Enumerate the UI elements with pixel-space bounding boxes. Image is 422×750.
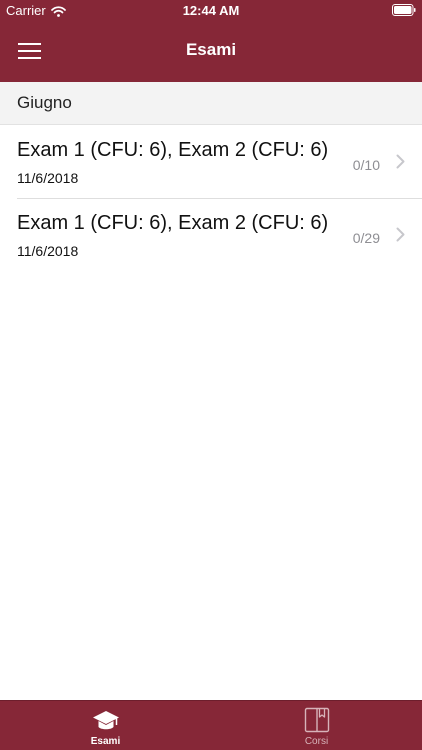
menu-button[interactable] (12, 34, 46, 68)
tab-label: Corsi (304, 736, 329, 747)
exam-date: 11/6/2018 (17, 243, 79, 259)
exam-title: Exam 1 (CFU: 6), Exam 2 (CFU: 6) (17, 139, 329, 161)
chevron-right-icon (396, 154, 405, 169)
navigation-bar: Esami (0, 22, 422, 82)
exam-list: Exam 1 (CFU: 6), Exam 2 (CFU: 6) 11/6/20… (0, 125, 422, 271)
status-time: 12:44 AM (182, 3, 240, 18)
hamburger-menu-icon (17, 43, 41, 59)
exam-count: 0/10 (352, 157, 380, 173)
top-bar: Carrier 12:44 AM Esami (0, 0, 422, 82)
page-title: Esami (185, 40, 237, 59)
exam-row[interactable]: Exam 1 (CFU: 6), Exam 2 (CFU: 6) 11/6/20… (0, 125, 422, 198)
section-title: Giugno (17, 93, 72, 112)
tab-esami[interactable]: Esami (0, 701, 211, 750)
battery-icon (392, 4, 416, 16)
status-bar: Carrier 12:44 AM (0, 0, 422, 22)
graduation-cap-icon (92, 706, 120, 734)
chevron-right-icon (396, 227, 405, 242)
tab-bar: Esami Corsi (0, 700, 422, 750)
exam-row[interactable]: Exam 1 (CFU: 6), Exam 2 (CFU: 6) 11/6/20… (0, 198, 422, 271)
section-header-month: Giugno (0, 82, 422, 125)
exam-date: 11/6/2018 (17, 170, 79, 186)
tab-label: Esami (90, 736, 121, 747)
tab-corsi[interactable]: Corsi (211, 701, 422, 750)
book-icon (303, 706, 331, 734)
exam-count: 0/29 (352, 230, 380, 246)
exam-title: Exam 1 (CFU: 6), Exam 2 (CFU: 6) (17, 212, 329, 234)
